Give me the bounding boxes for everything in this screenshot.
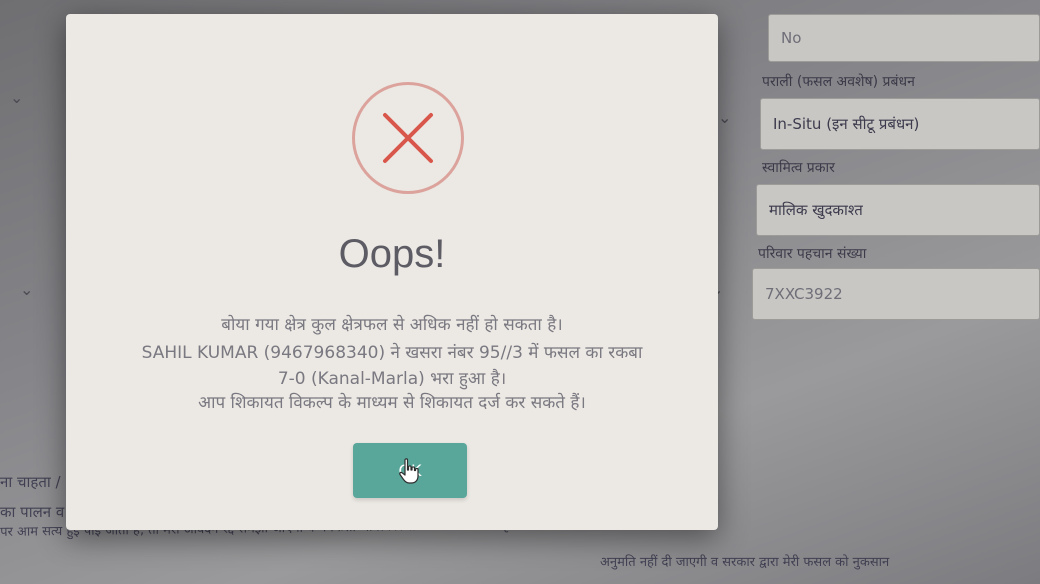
error-x-icon — [352, 82, 464, 194]
residue-label: पराली (फसल अवशेष) प्रबंधन — [762, 74, 915, 90]
top-select[interactable]: No — [768, 14, 1040, 62]
ownership-field-value: मालिक खुदकाश्त — [769, 201, 863, 219]
ownership-field[interactable]: मालिक खुदकाश्त — [756, 184, 1040, 236]
error-dialog: Oops! बोया गया क्षेत्र कुल क्षेत्रफल से … — [66, 14, 718, 530]
residue-select-value: In-Situ (इन सीटू प्रबंधन) — [773, 115, 920, 133]
ok-button[interactable]: OK — [353, 443, 467, 498]
chevron-down-icon: ⌄ — [718, 108, 732, 127]
dialog-title: Oops! — [338, 232, 446, 276]
dialog-message-line-1: बोया गया क्षेत्र कुल क्षेत्रफल से अधिक न… — [221, 315, 563, 335]
residue-select[interactable]: In-Situ (इन सीटू प्रबंधन) — [760, 98, 1040, 150]
chevron-down-icon: ⌄ — [20, 280, 34, 299]
left-fragment-1: ना चाहता / — [0, 473, 61, 491]
declaration-line-2: अनुमति नहीं दी जाएगी व सरकार द्वारा मेरी… — [600, 555, 890, 570]
hand-pointer-icon — [399, 458, 419, 484]
dialog-message-line-3: 7-0 (Kanal-Marla) भरा हुआ है। — [277, 369, 507, 389]
family-id-value: 7XXC3922 — [765, 285, 843, 303]
family-id-label: परिवार पहचान संख्या — [758, 246, 867, 262]
family-id-field[interactable]: 7XXC3922 — [752, 268, 1040, 320]
dialog-message-line-4: आप शिकायत विकल्प के माध्यम से शिकायत दर्… — [198, 393, 586, 413]
ownership-label: स्वामित्व प्रकार — [762, 160, 835, 176]
left-fragment-2: का पालन व — [0, 503, 65, 521]
dialog-message-line-2: SAHIL KUMAR (9467968340) ने खसरा नंबर 95… — [141, 343, 643, 363]
top-select-value: No — [781, 29, 802, 47]
chevron-down-icon: ⌄ — [10, 88, 24, 107]
